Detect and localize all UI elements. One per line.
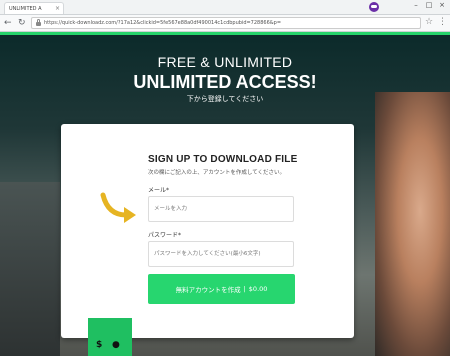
address-bar[interactable]: https://quick-downloadz.com/?17a12&click… <box>31 17 421 29</box>
maximize-button[interactable]: □ <box>425 1 433 9</box>
bottom-green-block: $ ● <box>88 318 132 356</box>
dollar-icon: $ <box>96 340 103 350</box>
bookmark-star-icon[interactable]: ☆ <box>425 17 433 27</box>
reload-icon[interactable]: ↻ <box>18 18 26 28</box>
hero-heading-1: FREE & UNLIMITED <box>157 54 293 70</box>
email-field[interactable] <box>148 196 294 222</box>
hero-heading-2: UNLIMITED ACCESS! <box>133 72 317 92</box>
curved-arrow-icon <box>100 192 136 223</box>
menu-icon[interactable]: ⋮ <box>438 17 447 27</box>
browser-tab[interactable]: UNLIMITED A × <box>4 2 64 14</box>
window-controls: – □ × <box>412 1 446 9</box>
hero-subtitle: 下から登録してください <box>186 95 264 103</box>
background-photo-left <box>0 182 60 356</box>
email-label: メール* <box>148 187 170 194</box>
create-account-button[interactable]: 無料アカウントを作成 | $0.00 <box>148 274 295 304</box>
close-window-button[interactable]: × <box>438 1 446 9</box>
button-separator: | <box>243 285 246 293</box>
price-label: $0.00 <box>248 285 268 293</box>
signup-card: SIGN UP TO DOWNLOAD FILE 次の欄にご記入の上、アカウント… <box>61 124 354 338</box>
minimize-button[interactable]: – <box>412 1 420 9</box>
back-icon[interactable]: ← <box>4 18 12 28</box>
create-account-label: 無料アカウントを作成 <box>175 286 241 294</box>
background-photo-woman <box>375 92 450 356</box>
lock-icon <box>36 19 41 26</box>
form-title: SIGN UP TO DOWNLOAD FILE <box>148 154 298 165</box>
circle-icon: ● <box>112 340 120 350</box>
incognito-icon[interactable] <box>369 2 379 12</box>
password-field[interactable] <box>148 241 294 267</box>
password-label: パスワード* <box>148 232 182 239</box>
top-accent-band <box>0 32 450 35</box>
url-text: https://quick-downloadz.com/?17a12&click… <box>44 20 282 26</box>
browser-tab-strip: UNLIMITED A × – □ × <box>0 0 450 15</box>
tab-title: UNLIMITED A <box>9 5 42 12</box>
browser-toolbar: ← ↻ https://quick-downloadz.com/?17a12&c… <box>0 15 450 32</box>
page-content: FREE & UNLIMITED UNLIMITED ACCESS! 下から登録… <box>0 32 450 356</box>
form-description: 次の欄にご記入の上、アカウントを作成してください。 <box>148 170 286 176</box>
tab-close-icon[interactable]: × <box>55 5 60 12</box>
